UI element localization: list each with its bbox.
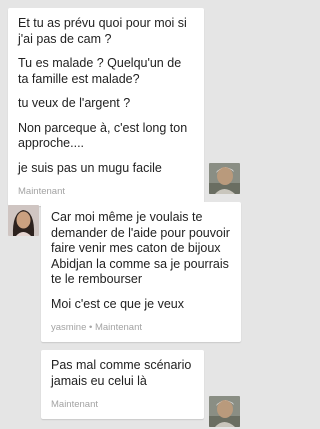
message-timestamp: Maintenant [18, 186, 66, 197]
message-text: Car moi même je voulais te demander de l… [51, 210, 230, 286]
message-text: Tu es malade ? Quelqu'un de ta famille e… [18, 56, 182, 86]
message-text: tu veux de l'argent ? [18, 96, 131, 110]
user-avatar-icon[interactable] [209, 163, 240, 194]
sender-name: yasmine [51, 322, 87, 333]
user-avatar-icon[interactable] [209, 396, 240, 427]
message-text: Non parceque à, c'est long ton approche.… [18, 120, 188, 151]
message-timestamp: Maintenant [94, 322, 142, 333]
meta-separator: • [89, 322, 93, 333]
message-meta: yasmine • Maintenant [51, 322, 231, 334]
message-bubble-incoming-1: Car moi même je voulais te demander de l… [41, 202, 241, 342]
message-text: Et tu as prévu quoi pour moi si j'ai pas… [18, 16, 187, 46]
message-bubble-outgoing-1: Et tu as prévu quoi pour moi si j'ai pas… [8, 8, 204, 206]
message-bubble-outgoing-2: Pas mal comme scénario jamais eu celui l… [41, 350, 204, 419]
message-timestamp: Maintenant [51, 399, 99, 410]
contact-avatar-icon[interactable] [8, 205, 39, 236]
message-text: Pas mal comme scénario jamais eu celui l… [51, 358, 192, 388]
message-text: je suis pas un mugu facile [18, 160, 162, 175]
message-text: Moi c'est ce que je veux [51, 296, 185, 311]
